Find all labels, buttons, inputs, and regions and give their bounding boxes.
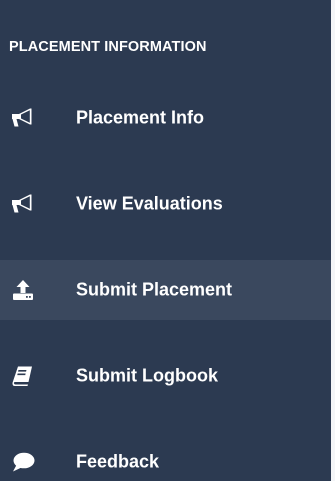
sidebar: PLACEMENT INFORMATION Placement Info Vie…	[0, 0, 335, 481]
megaphone-icon	[9, 104, 37, 132]
sidebar-item-label: Submit Logbook	[76, 365, 218, 386]
comment-icon	[9, 448, 37, 476]
sidebar-edge	[331, 0, 335, 481]
sidebar-item-label: Feedback	[76, 451, 160, 472]
sidebar-item-view-evaluations[interactable]: View Evaluations	[0, 174, 331, 234]
sidebar-item-submit-logbook[interactable]: Submit Logbook	[0, 346, 331, 406]
sidebar-item-label: Submit Placement	[76, 279, 233, 300]
sidebar-item-label: View Evaluations	[76, 193, 223, 214]
book-icon	[9, 362, 37, 390]
upload-icon	[9, 276, 37, 304]
section-title: PLACEMENT INFORMATION	[9, 39, 207, 55]
megaphone-icon	[9, 190, 37, 218]
sidebar-item-label: Placement Info	[76, 107, 205, 128]
sidebar-item-feedback[interactable]: Feedback	[0, 432, 331, 481]
sidebar-item-submit-placement[interactable]: Submit Placement	[0, 260, 331, 320]
sidebar-item-placement-info[interactable]: Placement Info	[0, 88, 331, 148]
